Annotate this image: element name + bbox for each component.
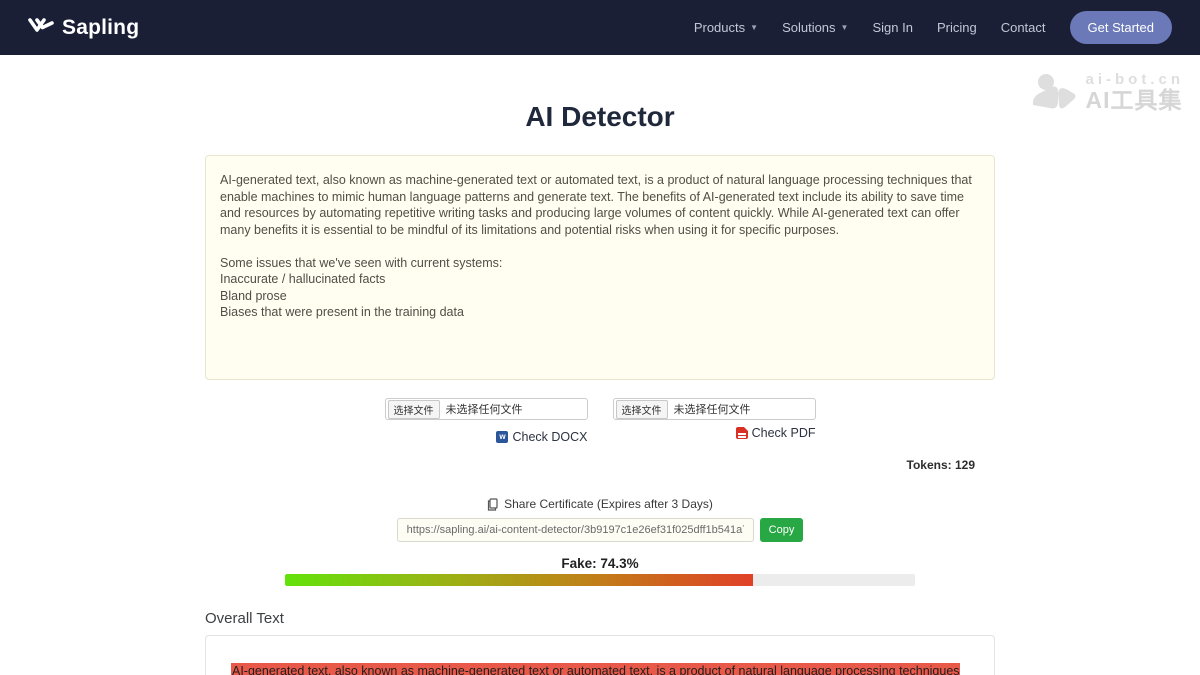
copy-button[interactable]: Copy [760, 518, 804, 542]
sapling-leaf-icon [28, 17, 54, 39]
brand-name: Sapling [62, 16, 139, 40]
share-url-row: Copy [205, 518, 995, 542]
tokens-count: Tokens: 129 [205, 458, 995, 472]
chevron-down-icon: ▼ [750, 23, 758, 32]
no-file-chosen-label: 未选择任何文件 [446, 401, 523, 417]
chevron-down-icon: ▼ [841, 23, 849, 32]
nav-item-contact[interactable]: Contact [1001, 20, 1046, 35]
choose-file-button[interactable]: 选择文件 [388, 400, 440, 419]
overall-text-heading: Overall Text [205, 610, 995, 627]
detector-text-input[interactable] [205, 155, 995, 380]
watermark-domain: ai-bot.cn [1086, 72, 1185, 87]
main-content: AI Detector 选择文件 未选择任何文件 w Check DOCX 选择… [205, 101, 995, 675]
top-navbar: Sapling Products▼ Solutions▼ Sign In Pri… [0, 0, 1200, 55]
pdf-file-icon [736, 427, 748, 439]
check-docx-button[interactable]: w Check DOCX [496, 430, 587, 444]
nav-menu: Products▼ Solutions▼ Sign In Pricing Con… [694, 11, 1172, 44]
fake-score-bar [285, 574, 915, 586]
check-pdf-button[interactable]: Check PDF [736, 426, 816, 440]
pdf-file-input[interactable]: 选择文件 未选择任何文件 [613, 398, 816, 420]
choose-file-button[interactable]: 选择文件 [616, 400, 668, 419]
pdf-upload-group: 选择文件 未选择任何文件 Check PDF [613, 398, 816, 444]
docx-file-input[interactable]: 选择文件 未选择任何文件 [385, 398, 588, 420]
sapling-logo[interactable]: Sapling [28, 16, 139, 40]
ai-bot-logo-icon [1032, 73, 1076, 111]
page-title: AI Detector [205, 101, 995, 133]
ai-bot-watermark: ai-bot.cn AI工具集 [1032, 72, 1185, 112]
watermark-name: AI工具集 [1086, 89, 1185, 112]
upload-row: 选择文件 未选择任何文件 w Check DOCX 选择文件 未选择任何文件 C… [205, 398, 995, 444]
clipboard-icon [487, 498, 498, 511]
nav-item-pricing[interactable]: Pricing [937, 20, 977, 35]
nav-item-solutions[interactable]: Solutions▼ [782, 20, 848, 35]
certificate-url-input[interactable] [397, 518, 754, 542]
no-file-chosen-label: 未选择任何文件 [674, 401, 751, 417]
word-doc-icon: w [496, 431, 508, 443]
share-certificate-link[interactable]: Share Certificate (Expires after 3 Days) [205, 497, 995, 511]
nav-item-products[interactable]: Products▼ [694, 20, 758, 35]
overall-text-panel: AI-generated text, also known as machine… [205, 635, 995, 675]
fake-score-bar-fill [285, 574, 753, 586]
get-started-button[interactable]: Get Started [1070, 11, 1172, 44]
docx-upload-group: 选择文件 未选择任何文件 w Check DOCX [385, 398, 588, 444]
highlighted-result-text: AI-generated text, also known as machine… [232, 663, 968, 675]
nav-item-sign-in[interactable]: Sign In [872, 20, 912, 35]
fake-score-label: Fake: 74.3% [205, 556, 995, 571]
